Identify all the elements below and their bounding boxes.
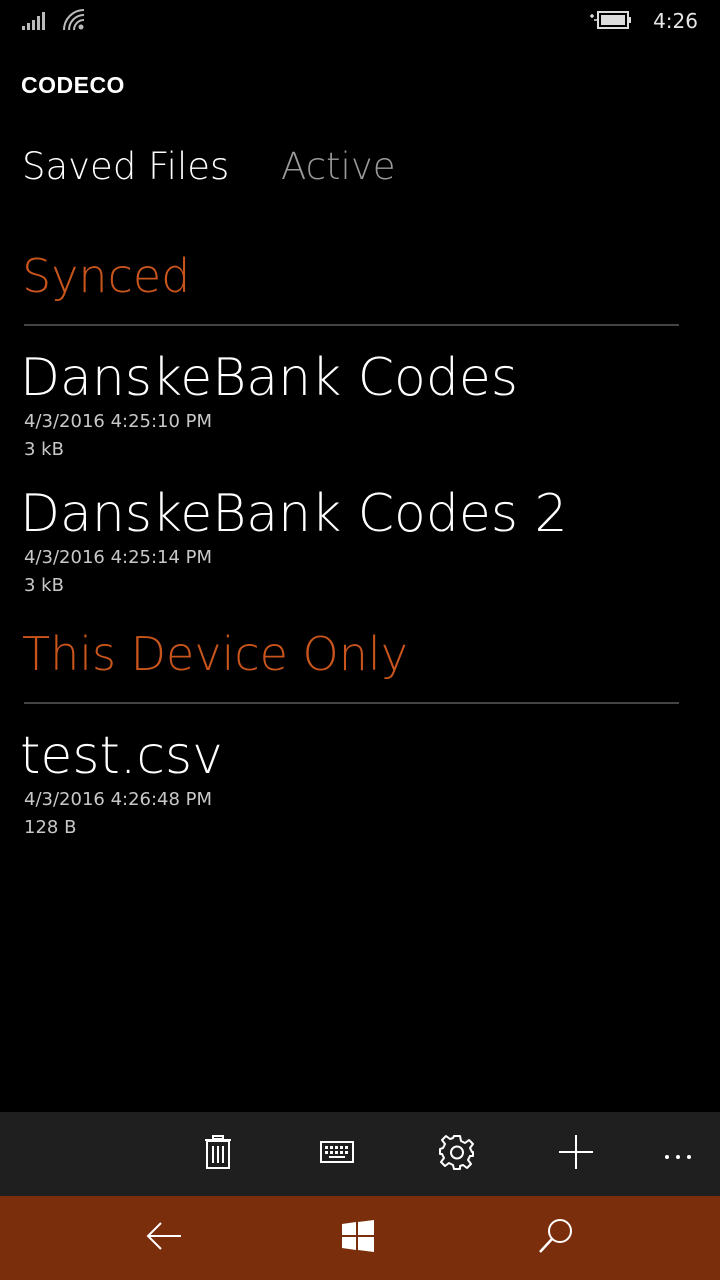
list-item[interactable]: DanskeBank Codes 2 4/3/2016 4:25:14 PM 3… — [20, 484, 568, 600]
file-size: 128 B — [24, 817, 77, 838]
signal-strength-icon — [22, 11, 48, 35]
tab-active[interactable]: Active — [281, 145, 395, 188]
group-header-this-device-only: This Device Only — [22, 627, 408, 681]
list-item[interactable]: DanskeBank Codes 4/3/2016 4:25:10 PM 3 k… — [20, 348, 518, 464]
gear-icon — [439, 1134, 475, 1174]
file-name: test.csv — [20, 726, 223, 786]
keyboard-icon — [320, 1141, 354, 1167]
more-button[interactable] — [656, 1132, 700, 1176]
file-size: 3 kB — [24, 439, 64, 460]
back-button[interactable] — [142, 1216, 186, 1260]
pivot-header: Saved Files Active — [22, 145, 435, 188]
navigation-bar — [0, 1196, 720, 1280]
more-icon — [664, 1145, 692, 1164]
list-item[interactable]: test.csv 4/3/2016 4:26:48 PM 128 B — [20, 726, 223, 842]
file-date: 4/3/2016 4:26:48 PM — [24, 789, 213, 810]
app-bar — [0, 1112, 720, 1196]
file-size: 3 kB — [24, 575, 64, 596]
settings-button[interactable] — [435, 1132, 479, 1176]
plus-icon — [558, 1134, 594, 1174]
add-button[interactable] — [554, 1132, 598, 1176]
windows-start-icon — [341, 1219, 375, 1257]
battery-charging-icon — [590, 10, 632, 34]
group-divider — [24, 324, 679, 326]
file-name: DanskeBank Codes — [20, 348, 518, 408]
tab-saved-files[interactable]: Saved Files — [22, 145, 229, 188]
status-bar: 4:26 — [0, 0, 720, 44]
trash-icon — [204, 1135, 232, 1173]
start-button[interactable] — [336, 1216, 380, 1260]
status-time: 4:26 — [653, 9, 698, 33]
file-date: 4/3/2016 4:25:10 PM — [24, 411, 213, 432]
file-date: 4/3/2016 4:25:14 PM — [24, 547, 213, 568]
group-header-synced: Synced — [22, 249, 191, 303]
file-name: DanskeBank Codes 2 — [20, 484, 568, 544]
back-arrow-icon — [146, 1221, 182, 1255]
search-button[interactable] — [534, 1216, 578, 1260]
keyboard-button[interactable] — [315, 1132, 359, 1176]
wifi-icon — [62, 8, 88, 36]
group-divider — [24, 702, 679, 704]
search-icon — [538, 1218, 574, 1258]
delete-button[interactable] — [196, 1132, 240, 1176]
app-title: CODECO — [21, 72, 125, 98]
